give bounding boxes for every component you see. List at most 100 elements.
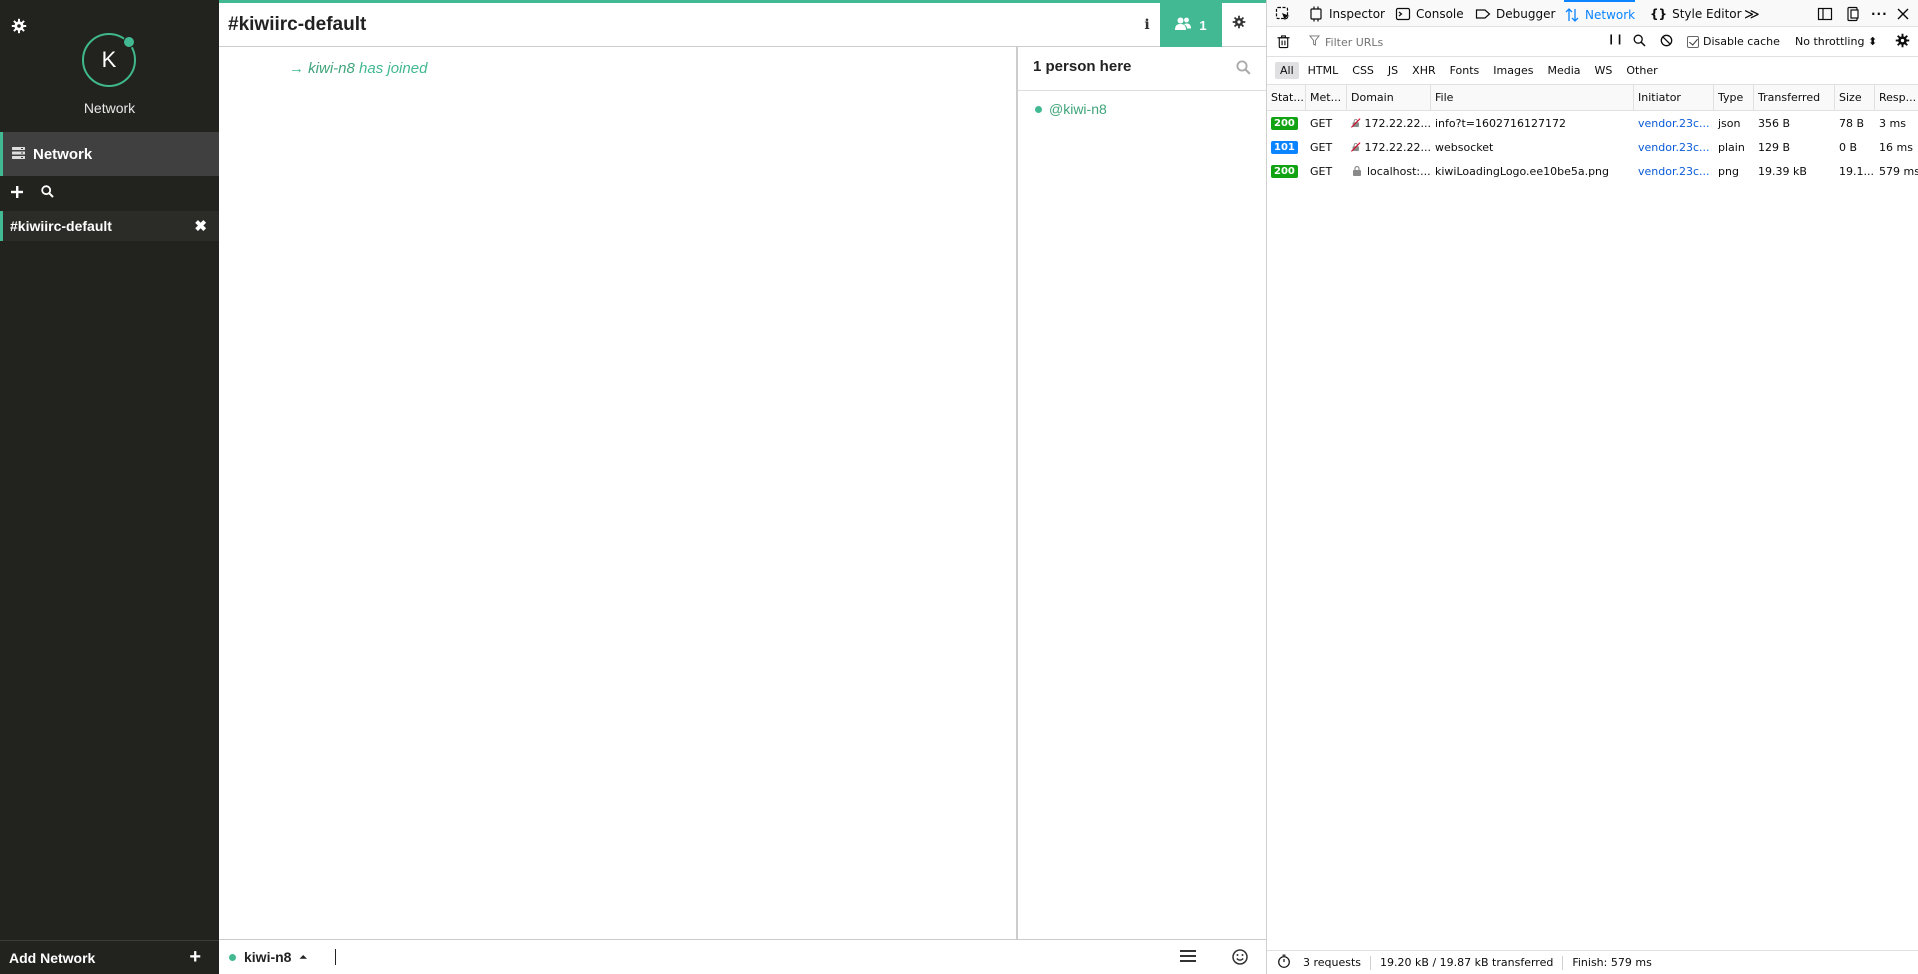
column-header-size[interactable]: Size bbox=[1835, 85, 1875, 110]
tab-label: Network bbox=[1585, 7, 1636, 22]
channel-info-button[interactable]: i bbox=[1137, 17, 1157, 37]
status-badge: 200 bbox=[1271, 116, 1298, 130]
column-header-status[interactable]: Stat... bbox=[1267, 85, 1306, 110]
column-header-file[interactable]: File bbox=[1431, 85, 1634, 110]
initiator-link[interactable]: vendor.23c... bbox=[1634, 111, 1714, 135]
filter-js[interactable]: JS bbox=[1383, 62, 1403, 79]
settings-gear-icon[interactable] bbox=[11, 18, 27, 34]
join-nick[interactable]: kiwi-n8 bbox=[308, 60, 355, 77]
join-arrow: → bbox=[289, 60, 304, 77]
message-input[interactable] bbox=[335, 949, 336, 965]
add-network-bar[interactable]: Add Network + bbox=[0, 940, 219, 974]
request-count: 3 requests bbox=[1303, 956, 1362, 969]
add-network-label[interactable]: Add Network bbox=[9, 950, 95, 966]
tab-style-editor[interactable]: {} Style Editor bbox=[1650, 0, 1742, 27]
tab-label: Inspector bbox=[1329, 6, 1385, 21]
filter-css[interactable]: CSS bbox=[1347, 62, 1379, 79]
type-cell: plain bbox=[1718, 140, 1745, 154]
devtools-tab-bar: Inspector Console Debugger Network {} St… bbox=[1267, 0, 1918, 27]
table-row[interactable]: 200 GET localhost:... kiwiLoadingLogo.ee… bbox=[1267, 159, 1918, 183]
filter-ws[interactable]: WS bbox=[1590, 62, 1618, 79]
channel-settings-gear-icon[interactable] bbox=[1232, 15, 1252, 35]
column-header-method[interactable]: Met... bbox=[1306, 85, 1347, 110]
filter-all[interactable]: All bbox=[1275, 62, 1299, 79]
search-icon[interactable] bbox=[1633, 34, 1646, 50]
column-header-domain[interactable]: Domain bbox=[1347, 85, 1431, 110]
filter-fonts[interactable]: Fonts bbox=[1445, 62, 1485, 79]
filter-urls bbox=[1308, 32, 1564, 52]
tab-inspector[interactable]: Inspector bbox=[1308, 0, 1385, 27]
checkbox-checked[interactable] bbox=[1687, 35, 1699, 48]
domain-cell: 172.22.22... bbox=[1364, 116, 1431, 130]
column-header-type[interactable]: Type bbox=[1714, 85, 1754, 110]
filter-other[interactable]: Other bbox=[1621, 62, 1662, 79]
requests-table: Stat... Met... Domain File Initiator Typ… bbox=[1267, 85, 1918, 183]
type-cell: json bbox=[1718, 116, 1741, 130]
add-channel-plus-icon[interactable] bbox=[11, 185, 23, 201]
filter-xhr[interactable]: XHR bbox=[1407, 62, 1440, 79]
emoji-icon[interactable] bbox=[1232, 949, 1250, 967]
table-header-row: Stat... Met... Domain File Initiator Typ… bbox=[1267, 85, 1918, 111]
sidebar-item-channel[interactable]: #kiwiirc-default ✖ bbox=[0, 211, 219, 241]
initiator-link[interactable]: vendor.23c... bbox=[1634, 135, 1714, 159]
tab-console[interactable]: Console bbox=[1395, 0, 1464, 27]
method-cell: GET bbox=[1310, 140, 1333, 154]
message-list: → kiwi-n8 has joined bbox=[219, 48, 1016, 938]
tab-label: Debugger bbox=[1496, 6, 1556, 21]
filter-images[interactable]: Images bbox=[1488, 62, 1538, 79]
avatar[interactable]: K bbox=[82, 33, 136, 87]
filter-urls-input[interactable] bbox=[1325, 35, 1545, 49]
network-status-bar: 3 requests 19.20 kB / 19.87 kB transferr… bbox=[1267, 950, 1918, 974]
settings-gear-icon[interactable] bbox=[1895, 33, 1910, 51]
transferred-cell: 356 B bbox=[1758, 116, 1791, 130]
more-tabs-icon[interactable]: ≫ bbox=[1744, 0, 1760, 27]
tab-debugger[interactable]: Debugger bbox=[1475, 0, 1555, 27]
trash-icon[interactable] bbox=[1276, 34, 1291, 52]
block-icon[interactable] bbox=[1660, 34, 1673, 50]
stopwatch-icon[interactable] bbox=[1277, 954, 1291, 971]
input-bar: kiwi-n8 ⏶ bbox=[219, 939, 1266, 974]
dock-side-icon[interactable] bbox=[1817, 0, 1833, 27]
nicklist-user[interactable]: @kiwi-n8 bbox=[1035, 101, 1107, 117]
add-network-plus-icon[interactable]: + bbox=[189, 946, 201, 969]
sidebar-item-network[interactable]: Network bbox=[0, 132, 219, 176]
tab-network[interactable]: Network bbox=[1564, 0, 1636, 27]
filter-media[interactable]: Media bbox=[1542, 62, 1585, 79]
tab-label: Console bbox=[1416, 6, 1464, 21]
pause-icon[interactable]: ❙❙ bbox=[1607, 34, 1624, 45]
filter-html[interactable]: HTML bbox=[1303, 62, 1344, 79]
overflow-menu-icon[interactable]: ··· bbox=[1871, 0, 1888, 27]
column-header-response[interactable]: Resp... bbox=[1875, 85, 1918, 110]
divider bbox=[1562, 955, 1564, 970]
element-picker-icon[interactable] bbox=[1275, 0, 1291, 27]
responsive-design-icon[interactable] bbox=[1845, 0, 1861, 27]
table-row[interactable]: 101 GET 172.22.22... websocket vendor.23… bbox=[1267, 135, 1918, 159]
throttling-select[interactable]: No throttling ⬍ bbox=[1795, 35, 1877, 48]
close-icon[interactable] bbox=[1895, 0, 1911, 27]
network-toolbar: ❙❙ Disable cache No throttling ⬍ bbox=[1267, 27, 1918, 57]
transferred-cell: 129 B bbox=[1758, 140, 1791, 154]
response-time-cell: 3 ms bbox=[1879, 116, 1906, 130]
nicklist-count: 1 person here bbox=[1033, 58, 1132, 75]
initiator-link[interactable]: vendor.23c... bbox=[1634, 159, 1714, 183]
column-header-initiator[interactable]: Initiator bbox=[1634, 85, 1714, 110]
file-cell: websocket bbox=[1435, 140, 1494, 154]
table-row[interactable]: 200 GET 172.22.22... info?t=160271612717… bbox=[1267, 111, 1918, 135]
size-cell: 0 B bbox=[1839, 140, 1858, 154]
search-icon[interactable] bbox=[1236, 60, 1252, 76]
nicklist-toggle-button[interactable]: 1 bbox=[1160, 3, 1222, 47]
divider bbox=[1370, 955, 1372, 970]
nick-selector[interactable]: kiwi-n8 ⏶ bbox=[229, 949, 307, 965]
status-badge: 101 bbox=[1271, 140, 1298, 154]
column-header-transferred[interactable]: Transferred bbox=[1754, 85, 1835, 110]
avatar-letter: K bbox=[101, 47, 117, 72]
file-cell: kiwiLoadingLogo.ee10be5a.png bbox=[1435, 164, 1610, 178]
server-list-icon bbox=[12, 146, 25, 162]
size-cell: 19.1... bbox=[1839, 164, 1874, 178]
disable-cache-checkbox[interactable]: Disable cache bbox=[1687, 35, 1780, 48]
close-icon[interactable]: ✖ bbox=[194, 217, 207, 235]
menu-icon[interactable] bbox=[1180, 949, 1196, 965]
transferred-cell: 19.39 kB bbox=[1758, 164, 1807, 178]
insecure-icon bbox=[1351, 142, 1361, 152]
search-icon[interactable] bbox=[41, 185, 54, 201]
